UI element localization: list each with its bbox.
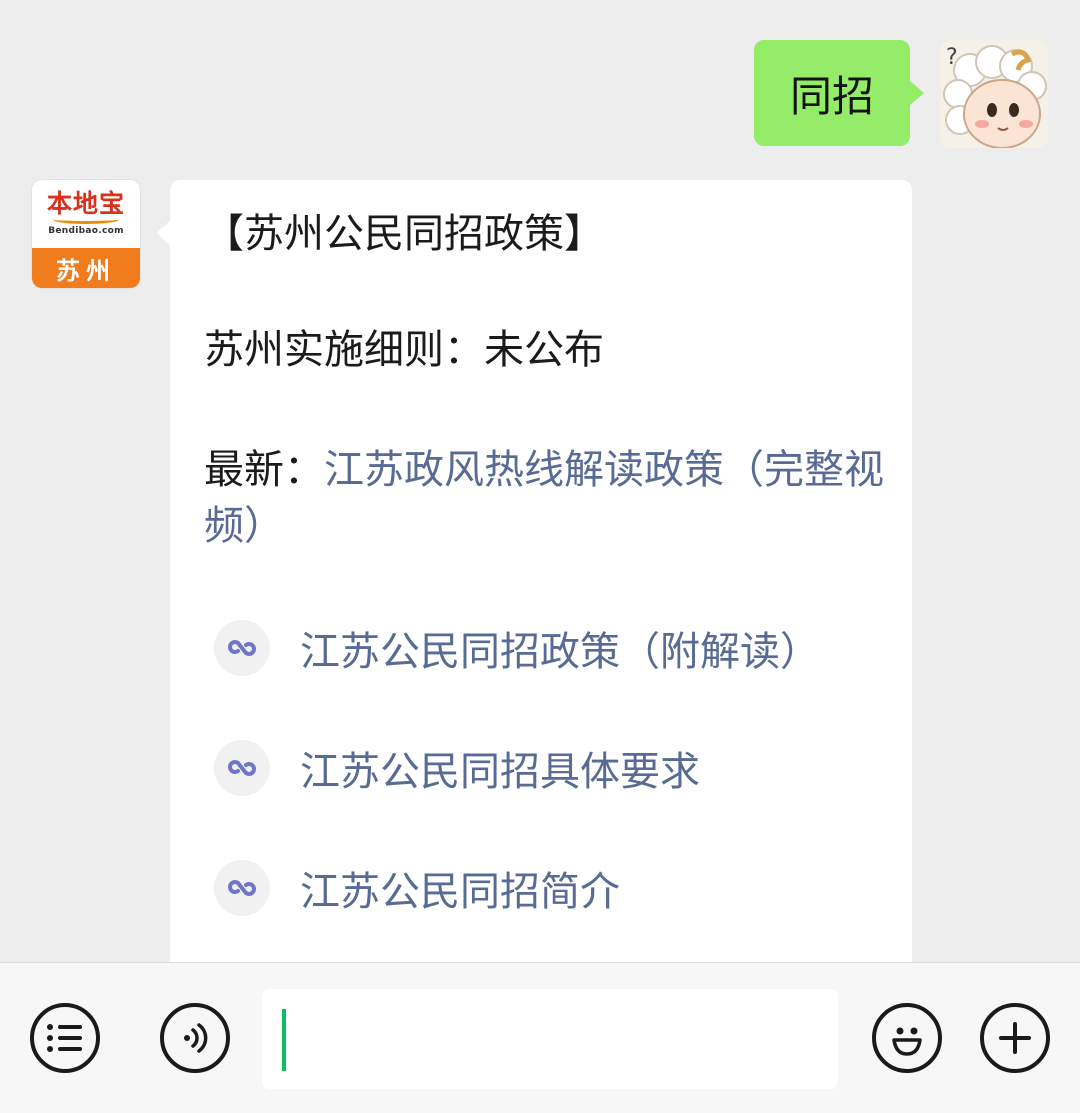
avatar-brand-text: 本地宝 [46,189,125,218]
svg-text:?: ? [946,45,958,70]
message-title: 【苏州公民同招政策】 [204,211,604,257]
text-caret [282,1009,286,1071]
avatar-swoosh [53,215,119,224]
mini-program-icon [214,860,270,916]
emoji-button[interactable] [872,1003,942,1073]
mini-program-icon [214,620,270,676]
cartoon-sheep-avatar-icon[interactable]: ? [940,40,1048,148]
plus-button[interactable] [980,1003,1050,1073]
emoji-icon [892,1027,922,1056]
detail-label: 苏州实施细则： [204,327,484,373]
mini-program-link-label: 江苏公民同招简介 [300,869,620,915]
avatar-domain-text: Bendibao.com [48,226,124,236]
chat-input-bar [0,962,1080,1113]
mini-program-icon [214,740,270,796]
mini-program-link-label: 江苏公民同招具体要求 [300,749,700,795]
voice-icon [184,1023,208,1053]
mini-program-link[interactable]: 江苏公民同招具体要求 [214,738,700,798]
latest-label: 最新： [204,447,324,493]
plus-icon [999,1022,1031,1054]
received-message-bubble: 【苏州公民同招政策】 苏州实施细则：未公布 最新：江苏政风热线解读政策（完整视频… [156,180,912,980]
mini-program-link[interactable]: 江苏公民同招政策（附解读） [214,618,820,678]
voice-button[interactable] [160,1003,230,1073]
sent-message-bubble[interactable]: 同招 [754,40,924,146]
avatar-city-band: 苏州 [32,248,140,288]
bendibao-logo-icon[interactable]: 本地宝 Bendibao.com 苏州 [32,180,140,288]
sent-message-text: 同招 [789,71,874,121]
latest-line: 最新：江苏政风热线解读政策（完整视频） [204,442,894,554]
detail-line: 苏州实施细则：未公布 [204,322,604,378]
mini-program-link-label: 江苏公民同招政策（附解读） [300,629,820,675]
detail-value: 未公布 [484,327,604,373]
menu-list-icon [47,1024,82,1052]
message-input[interactable] [262,989,838,1089]
menu-list-button[interactable] [30,1003,100,1073]
mini-program-link[interactable]: 江苏公民同招简介 [214,858,620,918]
